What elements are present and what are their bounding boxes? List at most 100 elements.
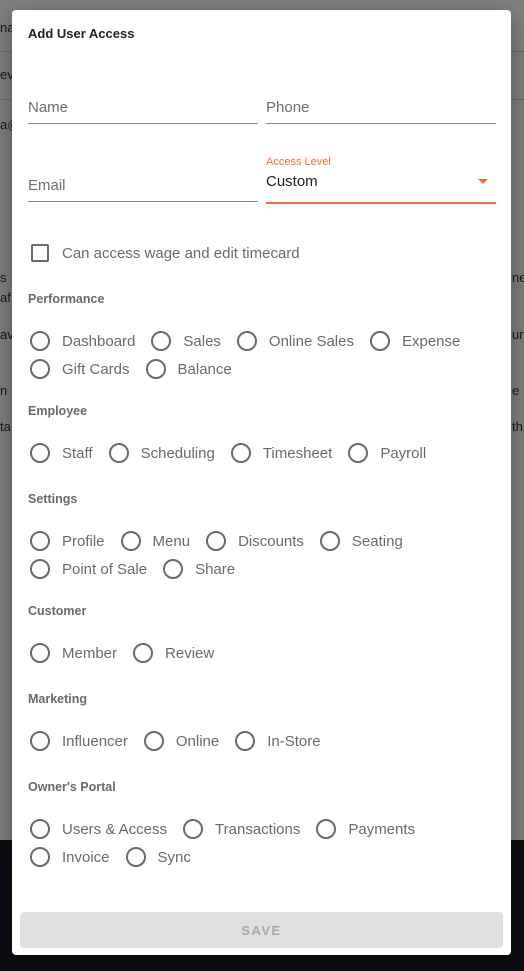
radio-button[interactable]	[30, 359, 50, 379]
section-title: Employee	[28, 404, 88, 418]
permission-option[interactable]: Sales	[149, 331, 221, 351]
radio-button[interactable]	[183, 819, 204, 839]
permission-option-label: Staff	[62, 444, 93, 462]
permission-option-label: Share	[195, 560, 236, 578]
save-button[interactable]: SAVE	[20, 912, 503, 948]
radio-button[interactable]	[30, 331, 50, 351]
permission-option-label: Sales	[183, 332, 221, 350]
permission-option[interactable]: Online	[142, 731, 219, 751]
permission-option[interactable]: Expense	[368, 331, 460, 351]
permission-option-label: Payroll	[380, 444, 427, 462]
permission-option-label: Sync	[157, 848, 191, 866]
radio-button[interactable]	[369, 331, 390, 351]
permission-option-label: Dashboard	[62, 332, 136, 350]
permission-radio-group: Profile Menu Discounts Seating Point of Sale…	[28, 531, 498, 579]
permission-option[interactable]: Online Sales	[235, 331, 354, 351]
permission-option-label: Influencer	[62, 732, 128, 750]
permission-radio-group: Dashboard Sales Online Sales Expense Gift Ca…	[28, 331, 498, 379]
section-title: Customer	[28, 604, 87, 618]
radio-button[interactable]	[133, 643, 154, 663]
radio-button[interactable]	[316, 819, 337, 839]
section-title: Marketing	[28, 692, 88, 706]
caret-down-icon	[478, 179, 488, 184]
section-title: Performance	[28, 292, 105, 306]
permission-option[interactable]: Discounts	[204, 531, 304, 551]
permission-option-label: Users & Access	[62, 820, 168, 838]
permission-option[interactable]: Timesheet	[229, 443, 332, 463]
permission-radio-group: Influencer Online In-Store	[28, 731, 498, 751]
phone-placeholder: Phone	[266, 99, 310, 116]
radio-button[interactable]	[30, 643, 50, 663]
permission-option[interactable]: Users & Access	[28, 819, 167, 839]
email-placeholder: Email	[28, 177, 66, 194]
radio-button[interactable]	[151, 331, 172, 351]
permission-option[interactable]: Balance	[144, 359, 232, 379]
permission-option-label: Balance	[177, 360, 232, 378]
radio-button[interactable]	[30, 819, 50, 839]
permission-option-label: Gift Cards	[62, 360, 130, 378]
permission-option[interactable]: Staff	[28, 443, 93, 463]
permission-option[interactable]: Review	[131, 643, 214, 663]
permission-option-label: Transactions	[215, 820, 301, 838]
permission-option[interactable]: Influencer	[28, 731, 128, 751]
radio-button[interactable]	[235, 731, 256, 751]
access-level-label: Access Level	[266, 156, 331, 168]
section-title: Settings	[28, 492, 78, 506]
radio-button[interactable]	[30, 559, 50, 579]
radio-button[interactable]	[163, 559, 184, 579]
permission-option-label: Timesheet	[262, 444, 333, 462]
wage-checkbox[interactable]	[31, 244, 49, 262]
permission-option[interactable]: Member	[28, 643, 117, 663]
permission-option[interactable]: Gift Cards	[28, 359, 130, 379]
permission-radio-group: Users & Access Transactions Payments Invoic…	[28, 819, 498, 867]
permission-option-label: Discounts	[238, 532, 304, 550]
permission-option[interactable]: Scheduling	[107, 443, 215, 463]
access-level-select[interactable]: Access Level Custom	[266, 156, 496, 204]
radio-button[interactable]	[145, 359, 166, 379]
email-field[interactable]: Email	[28, 171, 258, 202]
permission-option[interactable]: Sync	[124, 847, 191, 867]
radio-button[interactable]	[30, 847, 50, 867]
permission-option-label: Payments	[348, 820, 416, 838]
radio-button[interactable]	[143, 731, 164, 751]
permission-option-label: Expense	[401, 332, 461, 350]
permission-option-label: In-Store	[267, 732, 321, 750]
permission-option-label: Seating	[351, 532, 403, 550]
name-field[interactable]: Name	[28, 93, 258, 124]
permission-option[interactable]: Invoice	[28, 847, 110, 867]
phone-field[interactable]: Phone	[266, 93, 496, 124]
permission-option-label: Online	[175, 732, 220, 750]
permission-option[interactable]: Profile	[28, 531, 105, 551]
wage-checkbox-row[interactable]: Can access wage and edit timecard	[28, 244, 300, 262]
radio-button[interactable]	[319, 531, 340, 551]
radio-button[interactable]	[30, 531, 50, 551]
permission-option[interactable]: In-Store	[233, 731, 321, 751]
permission-option[interactable]: Dashboard	[28, 331, 135, 351]
radio-button[interactable]	[348, 443, 369, 463]
radio-button[interactable]	[236, 331, 257, 351]
permission-radio-group: Staff Scheduling Timesheet Payroll	[28, 443, 498, 463]
dialog-title: Add User Access	[28, 26, 135, 41]
permission-option-label: Menu	[152, 532, 191, 550]
radio-button[interactable]	[108, 443, 129, 463]
permission-option[interactable]: Seating	[318, 531, 403, 551]
permission-option-label: Profile	[62, 532, 105, 550]
access-level-value: Custom	[266, 173, 318, 190]
permission-option[interactable]: Menu	[119, 531, 191, 551]
radio-button[interactable]	[125, 847, 146, 867]
permission-option-label: Online Sales	[268, 332, 354, 350]
radio-button[interactable]	[30, 443, 50, 463]
radio-button[interactable]	[30, 731, 50, 751]
wage-checkbox-label: Can access wage and edit timecard	[62, 244, 300, 262]
permission-option[interactable]: Point of Sale	[28, 559, 147, 579]
permission-option-label: Review	[165, 644, 215, 662]
permission-option[interactable]: Payments	[314, 819, 415, 839]
radio-button[interactable]	[206, 531, 227, 551]
permission-option-label: Invoice	[62, 848, 110, 866]
radio-button[interactable]	[120, 531, 141, 551]
radio-button[interactable]	[230, 443, 251, 463]
permission-radio-group: Member Review	[28, 643, 498, 663]
permission-option[interactable]: Transactions	[181, 819, 300, 839]
permission-option[interactable]: Share	[161, 559, 235, 579]
permission-option[interactable]: Payroll	[346, 443, 426, 463]
